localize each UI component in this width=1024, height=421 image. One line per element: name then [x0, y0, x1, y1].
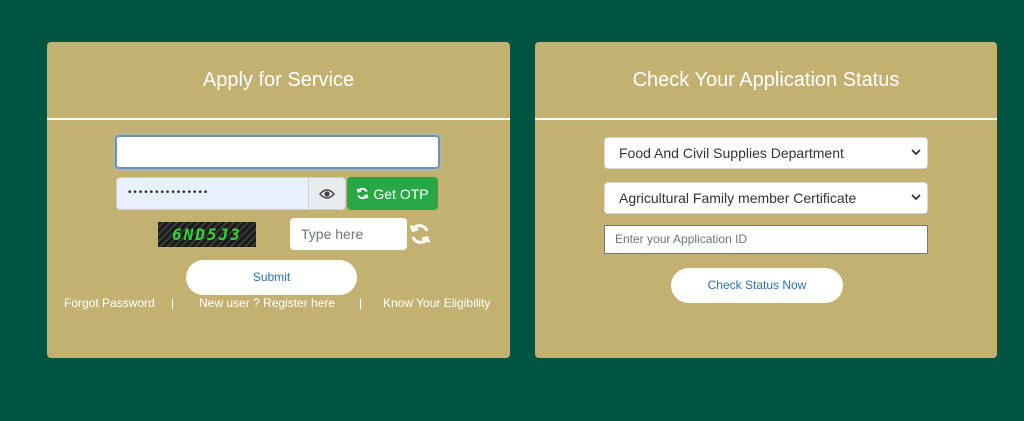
password-group: ••••••••••••••• [116, 177, 346, 210]
application-id-input[interactable]: Enter your Application ID [604, 225, 928, 254]
password-input[interactable]: ••••••••••••••• [117, 178, 308, 209]
captcha-refresh-icon[interactable] [407, 219, 433, 249]
footer-links: Forgot Password | New user ? Register he… [47, 296, 510, 312]
forgot-password-link[interactable]: Forgot Password [64, 296, 155, 310]
check-status-panel: Check Your Application Status Food And C… [535, 42, 997, 358]
certificate-select-value: Agricultural Family member Certificate [619, 190, 857, 206]
register-link[interactable]: New user ? Register here [199, 296, 335, 310]
department-select[interactable]: Food And Civil Supplies Department [604, 137, 928, 169]
eye-icon[interactable] [308, 178, 345, 209]
apply-for-service-panel: Apply for Service ••••••••••••••• Get OT… [47, 42, 510, 358]
submit-button[interactable]: Submit [186, 260, 357, 295]
certificate-select[interactable]: Agricultural Family member Certificate [604, 182, 928, 214]
apply-panel-title: Apply for Service [47, 42, 510, 120]
check-status-button[interactable]: Check Status Now [671, 268, 843, 303]
chevron-down-icon [911, 192, 921, 204]
refresh-icon [356, 187, 369, 200]
get-otp-button[interactable]: Get OTP [347, 177, 438, 210]
department-select-value: Food And Civil Supplies Department [619, 145, 844, 161]
captcha-input[interactable]: Type here [290, 218, 407, 250]
chevron-down-icon [911, 147, 921, 159]
status-panel-title: Check Your Application Status [535, 42, 997, 120]
link-separator: | [171, 296, 175, 310]
eligibility-link[interactable]: Know Your Eligibility [383, 296, 490, 310]
link-separator: | [359, 296, 363, 310]
username-input[interactable] [115, 135, 440, 169]
get-otp-label: Get OTP [373, 185, 429, 202]
captcha-image: 6ND5J3 [158, 222, 256, 247]
